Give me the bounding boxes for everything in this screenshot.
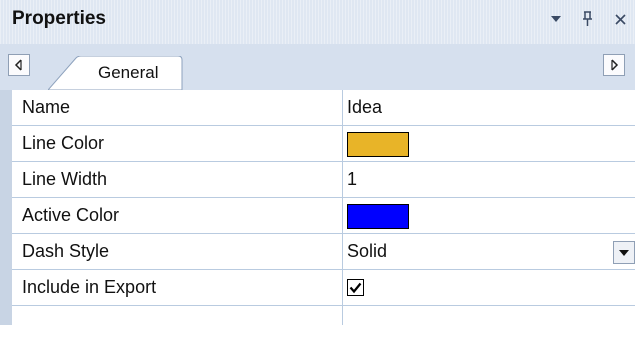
property-label: Line Color	[22, 133, 105, 153]
property-row-line-color[interactable]: Line Color	[12, 126, 635, 162]
dash-style-value[interactable]: Solid	[347, 241, 387, 262]
name-value[interactable]: Idea	[347, 97, 382, 118]
tab-strip: General	[0, 44, 635, 90]
chevron-down-icon	[619, 249, 629, 256]
property-label: Include in Export	[22, 277, 157, 297]
property-value-cell[interactable]	[335, 126, 635, 162]
property-row-line-width[interactable]: Line Width 1	[12, 162, 635, 198]
property-grid: Name Idea Line Color Line Width 1 Active…	[0, 90, 635, 325]
active-color-swatch[interactable]	[347, 204, 409, 229]
grid-left-margin	[0, 90, 12, 325]
property-value-cell[interactable]	[335, 270, 635, 306]
property-row-dash-style[interactable]: Dash Style Solid	[12, 234, 635, 270]
panel-title: Properties	[12, 8, 106, 29]
property-label: Active Color	[22, 205, 120, 225]
property-row-name[interactable]: Name Idea	[12, 90, 635, 126]
line-width-value[interactable]: 1	[347, 169, 357, 190]
tab-general[interactable]: General	[48, 56, 183, 90]
checkmark-icon	[349, 282, 362, 293]
property-value-cell[interactable]	[335, 198, 635, 234]
titlebar-controls	[547, 10, 629, 28]
pin-icon[interactable]	[579, 10, 597, 28]
property-row-active-color[interactable]: Active Color	[12, 198, 635, 234]
panel-titlebar: Properties	[0, 0, 635, 44]
property-label: Dash Style	[22, 241, 110, 261]
property-label: Name	[22, 97, 71, 117]
dash-style-dropdown-button[interactable]	[613, 241, 635, 264]
close-icon[interactable]	[611, 10, 629, 28]
property-row-empty	[12, 306, 635, 342]
property-value-cell[interactable]: Idea	[335, 90, 635, 126]
property-row-include-in-export[interactable]: Include in Export	[12, 270, 635, 306]
include-in-export-checkbox[interactable]	[347, 279, 364, 296]
property-value-cell[interactable]: 1	[335, 162, 635, 198]
property-label: Line Width	[22, 169, 108, 189]
tab-general-label: General	[98, 63, 159, 82]
chevron-left-icon	[14, 59, 22, 71]
property-value-cell[interactable]: Solid	[335, 234, 635, 270]
tab-scroll-left-button[interactable]	[8, 54, 30, 76]
chevron-right-icon	[611, 59, 619, 71]
line-color-swatch[interactable]	[347, 132, 409, 157]
tab-scroll-right-button[interactable]	[603, 54, 625, 76]
dropdown-arrow-icon[interactable]	[547, 10, 565, 28]
